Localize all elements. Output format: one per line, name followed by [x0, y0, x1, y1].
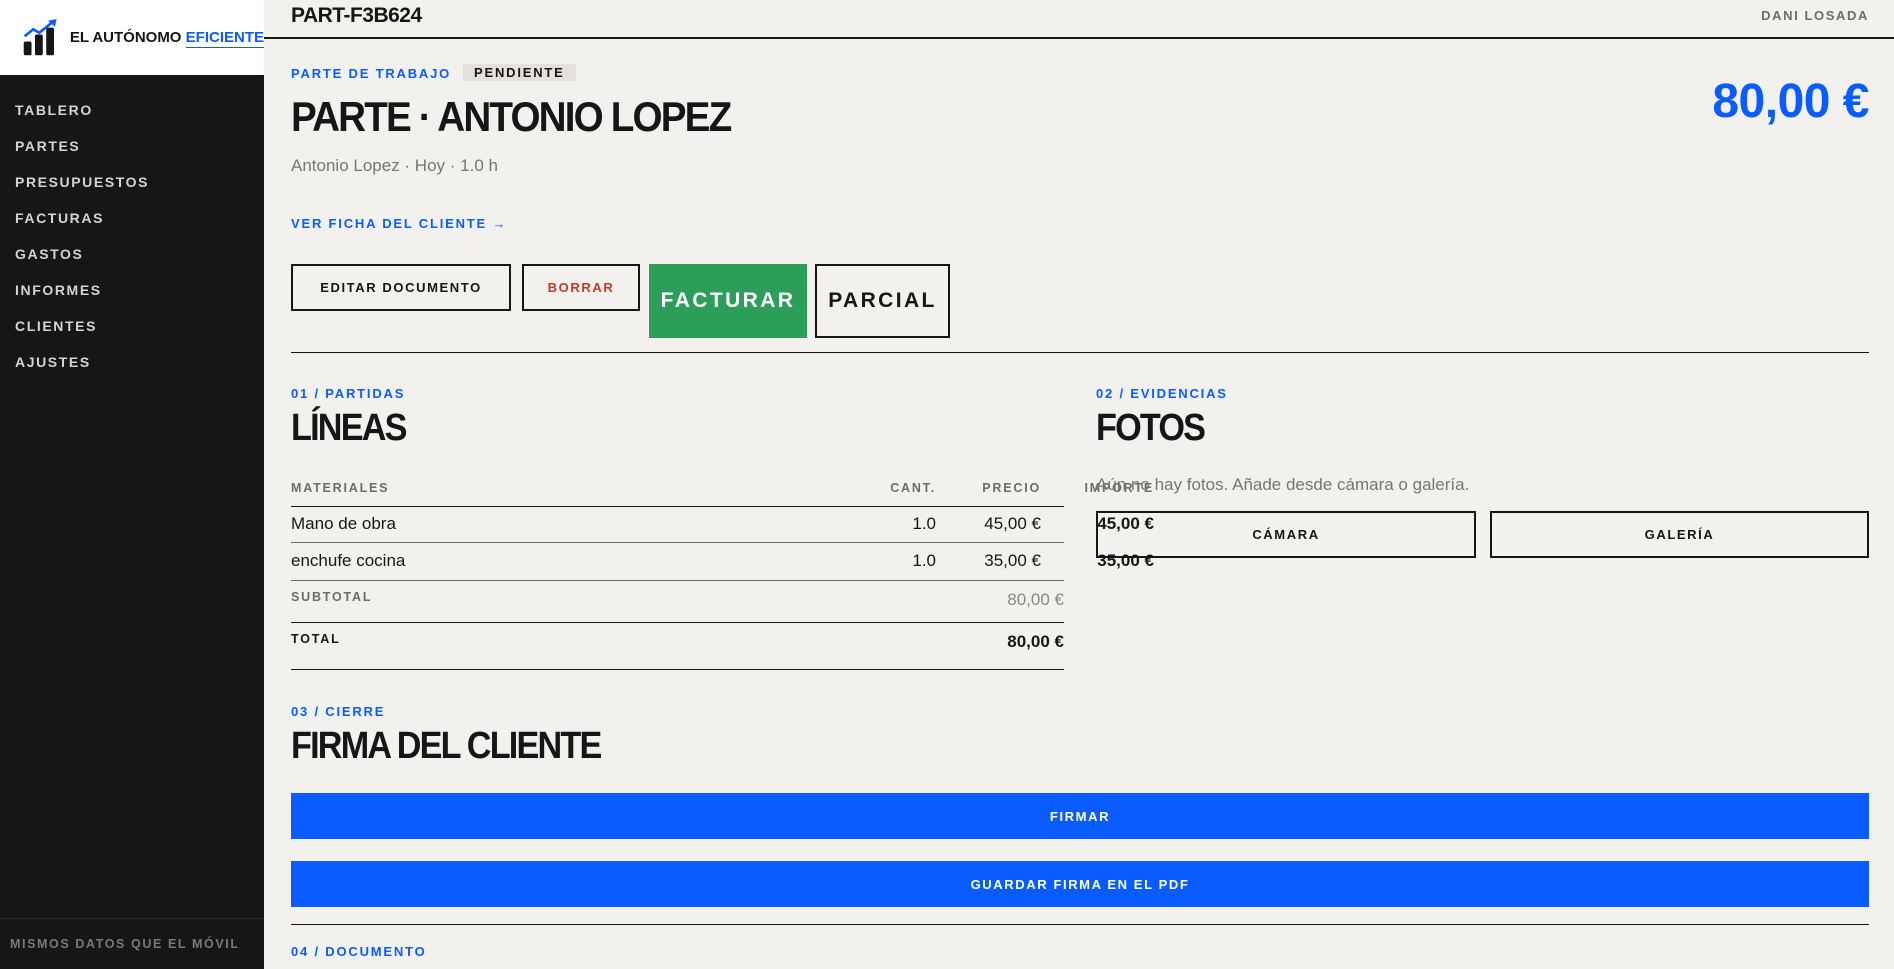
document-code: PART-F3B624	[291, 4, 422, 27]
sidebar-nav: TABLERO PARTES PRESUPUESTOS FACTURAS GAS…	[0, 75, 264, 383]
line-qty: 1.0	[912, 514, 936, 533]
document-amount: 80,00 €	[1712, 75, 1869, 128]
edit-document-button[interactable]: EDITAR DOCUMENTO	[291, 264, 511, 311]
total-label: TOTAL	[291, 632, 341, 646]
document-section-eyebrow: 04 / DOCUMENTO	[291, 944, 427, 959]
sidebar-item-presupuestos[interactable]: PRESUPUESTOS	[0, 167, 264, 203]
camera-button[interactable]: CÁMARA	[1096, 511, 1476, 558]
sidebar-item-gastos[interactable]: GASTOS	[0, 239, 264, 275]
delete-button[interactable]: BORRAR	[522, 264, 640, 311]
invoice-button[interactable]: FACTURAR	[649, 264, 807, 338]
gallery-button[interactable]: GALERÍA	[1490, 511, 1869, 558]
column-header-materials: MATERIALES	[291, 481, 390, 495]
sidebar-footer-note: MISMOS DATOS QUE EL MÓVIL	[0, 918, 264, 969]
lines-section-title: LÍNEAS	[291, 407, 407, 449]
page-title: PARTE · ANTONIO LOPEZ	[291, 93, 732, 140]
document-type-label: PARTE DE TRABAJO	[291, 66, 452, 81]
sidebar-item-clientes[interactable]: CLIENTES	[0, 311, 264, 347]
sidebar-item-ajustes[interactable]: AJUSTES	[0, 347, 264, 383]
divider	[291, 924, 1869, 925]
brand-logo[interactable]: EL AUTÓNOMO EFICIENTE	[0, 0, 264, 75]
brand-name-primary: EL AUTÓNOMO	[69, 29, 182, 46]
divider	[291, 352, 1869, 353]
brand-name: EL AUTÓNOMO EFICIENTE	[69, 29, 264, 48]
photos-section-eyebrow: 02 / EVIDENCIAS	[1096, 386, 1228, 401]
growth-chart-icon	[23, 18, 57, 55]
sidebar-item-facturas[interactable]: FACTURAS	[0, 203, 264, 239]
lines-section-eyebrow: 01 / PARTIDAS	[291, 386, 406, 401]
save-signature-pdf-button[interactable]: GUARDAR FIRMA EN EL PDF	[291, 861, 1869, 907]
brand-name-accent: EFICIENTE	[185, 29, 264, 48]
total-rule	[291, 622, 1064, 623]
signature-section-eyebrow: 03 / CIERRE	[291, 704, 386, 719]
status-badge: PENDIENTE	[463, 64, 576, 81]
table-header-rule	[291, 506, 1064, 507]
line-qty: 1.0	[912, 551, 936, 570]
row-rule	[291, 542, 1064, 543]
row-rule	[291, 580, 1064, 581]
table-bottom-rule	[291, 669, 1064, 670]
sidebar-item-tablero[interactable]: TABLERO	[0, 95, 264, 131]
user-name[interactable]: DANI LOSADA	[1761, 8, 1869, 23]
line-description: Mano de obra	[291, 514, 396, 533]
sidebar: EL AUTÓNOMO EFICIENTE TABLERO PARTES PRE…	[0, 0, 264, 969]
photos-section-title: FOTOS	[1096, 407, 1206, 449]
sidebar-item-partes[interactable]: PARTES	[0, 131, 264, 167]
document-subtitle: Antonio Lopez · Hoy · 1.0 h	[291, 156, 498, 175]
total-value: 80,00 €	[1007, 632, 1064, 651]
sign-button[interactable]: FIRMAR	[291, 793, 1869, 839]
sidebar-item-informes[interactable]: INFORMES	[0, 275, 264, 311]
subtotal-value: 80,00 €	[1007, 590, 1064, 609]
partial-button[interactable]: PARCIAL	[815, 264, 950, 338]
client-profile-link[interactable]: VER FICHA DEL CLIENTE →	[291, 216, 507, 231]
signature-section-title: FIRMA DEL CLIENTE	[291, 725, 602, 767]
topbar: PART-F3B624 DANI LOSADA	[264, 0, 1894, 39]
subtotal-label: SUBTOTAL	[291, 590, 373, 604]
line-description: enchufe cocina	[291, 551, 406, 570]
photos-empty-message: Aún no hay fotos. Añade desde cámara o g…	[1096, 475, 1470, 494]
